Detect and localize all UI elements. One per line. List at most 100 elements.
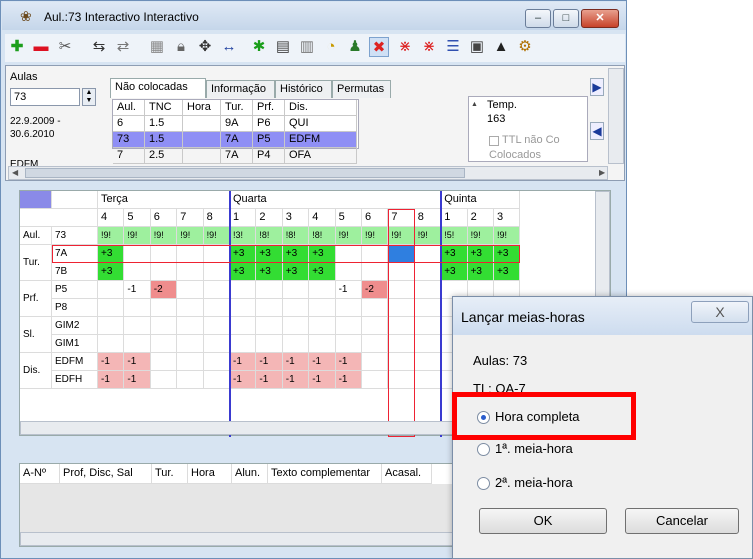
scroll-up-icon[interactable]: ▲: [471, 101, 478, 108]
bottom-column-header[interactable]: Tur.: [152, 464, 188, 484]
bottom-column-header[interactable]: Prof, Disc, Sal: [60, 464, 152, 484]
column-header[interactable]: Dis.: [285, 100, 357, 116]
list-icon[interactable]: ☰: [443, 37, 463, 57]
sl-cell: [98, 317, 125, 335]
prev-icon[interactable]: ◀: [590, 122, 604, 140]
tab-informacao[interactable]: Informação: [206, 80, 275, 98]
prf-cell: [177, 299, 204, 317]
person-icon[interactable]: ♟: [345, 37, 365, 57]
calc-icon[interactable]: ▣: [467, 37, 487, 57]
dis-cell: -1: [124, 371, 151, 389]
swap-icon[interactable]: ⇆: [89, 37, 109, 57]
cancel-button[interactable]: Cancelar: [625, 508, 739, 534]
ttl-checkbox[interactable]: [489, 136, 499, 146]
table-cell[interactable]: 2.5: [145, 148, 183, 164]
table-cell[interactable]: OFA: [285, 148, 357, 164]
magic-icon[interactable]: ✱: [249, 37, 269, 57]
tur-cell: [150, 245, 178, 263]
sl-cell: [414, 335, 442, 353]
bottom-column-header[interactable]: Alun.: [232, 464, 268, 484]
table-cell[interactable]: [183, 132, 221, 148]
aulas-spinner[interactable]: ▲ ▼: [82, 88, 96, 106]
delete-icon[interactable]: ✖: [369, 37, 389, 57]
minimize-button[interactable]: –: [525, 9, 551, 28]
aul-count: !3!: [230, 227, 257, 245]
table-cell[interactable]: 7: [113, 148, 145, 164]
prf-cell: [203, 299, 230, 317]
arrows-icon[interactable]: ↔: [219, 37, 239, 57]
dis-cell: [414, 353, 442, 371]
table-cell[interactable]: EDFM: [285, 132, 357, 148]
tur-cell: +3: [98, 245, 125, 263]
info-hscroll[interactable]: ◀ ▶: [8, 166, 608, 180]
grid-icon[interactable]: ▦: [147, 37, 167, 57]
prf-cell: [362, 299, 389, 317]
tab-historico[interactable]: Histórico: [275, 80, 332, 98]
cross-icon[interactable]: ⋇: [395, 37, 415, 57]
bottom-column-header[interactable]: Acasal.: [382, 464, 432, 484]
table-cell[interactable]: 1.5: [145, 132, 183, 148]
schedule-icon[interactable]: ▤: [273, 37, 293, 57]
table-cell[interactable]: 9A: [221, 116, 253, 132]
maximize-button[interactable]: □: [553, 9, 579, 28]
info-vscroll[interactable]: [608, 68, 624, 164]
tur-cell: +3: [282, 263, 310, 281]
bottom-column-header[interactable]: Texto complementar: [268, 464, 382, 484]
sl-cell: [335, 335, 362, 353]
remove-icon[interactable]: ▬: [31, 37, 51, 57]
tur-cell: +3: [467, 245, 494, 263]
table-cell[interactable]: P6: [253, 116, 285, 132]
bottom-column-header[interactable]: Hora: [188, 464, 232, 484]
bottom-column-header[interactable]: A-Nº: [20, 464, 60, 484]
sl-cell: [256, 335, 283, 353]
aul-count: !9!: [203, 227, 230, 245]
table-cell[interactable]: 6: [113, 116, 145, 132]
tur-cell: +3: [230, 263, 257, 281]
sl-cell: [256, 317, 283, 335]
column-header[interactable]: TNC: [145, 100, 183, 116]
tab-nao-colocadas[interactable]: Não colocadas: [110, 78, 206, 98]
table-cell[interactable]: 7A: [221, 132, 253, 148]
lock-icon[interactable]: 🔒︎: [171, 37, 191, 57]
option-primeira-meia-hora[interactable]: 1ª. meia-hora: [495, 441, 573, 456]
table-cell[interactable]: 1.5: [145, 116, 183, 132]
prf-cell: [124, 299, 151, 317]
prf-cell: [150, 299, 178, 317]
column-header[interactable]: Aul.: [113, 100, 145, 116]
column-header[interactable]: Prf.: [253, 100, 285, 116]
table-cell[interactable]: QUI: [285, 116, 357, 132]
table-cell[interactable]: [183, 116, 221, 132]
move-icon[interactable]: ✥: [195, 37, 215, 57]
table-cell[interactable]: [183, 148, 221, 164]
table-cell[interactable]: 73: [113, 132, 145, 148]
cut-icon[interactable]: ✂: [55, 37, 75, 57]
row-label-sl: Sl.: [20, 317, 52, 353]
settings-icon[interactable]: ⚙: [515, 37, 535, 57]
dialog-close-button[interactable]: X: [691, 301, 749, 323]
sl-cell: [124, 317, 151, 335]
add-icon[interactable]: ✚: [7, 37, 27, 57]
option-segunda-meia-hora[interactable]: 2ª. meia-hora: [495, 475, 573, 490]
table-cell[interactable]: P4: [253, 148, 285, 164]
aulas-input[interactable]: 73: [10, 88, 80, 106]
table-icon[interactable]: ▥: [297, 37, 317, 57]
close-button[interactable]: ✕: [581, 9, 619, 28]
exchange-icon[interactable]: ⇄: [113, 37, 133, 57]
table-cell[interactable]: P5: [253, 132, 285, 148]
dis-cell: -1: [282, 371, 310, 389]
next-icon[interactable]: ▶: [590, 78, 604, 96]
aul-count: !9!: [494, 227, 521, 245]
cross2-icon[interactable]: ⋇: [419, 37, 439, 57]
prf-cell: [388, 299, 415, 317]
clock-icon[interactable]: ◔: [321, 37, 341, 57]
tab-permutas[interactable]: Permutas: [332, 80, 391, 98]
ok-button[interactable]: OK: [479, 508, 607, 534]
column-header[interactable]: Hora: [183, 100, 221, 116]
radio-primeira-meia-hora[interactable]: [477, 443, 490, 456]
table-cell[interactable]: 7A: [221, 148, 253, 164]
sl-cell: [362, 317, 389, 335]
radio-segunda-meia-hora[interactable]: [477, 477, 490, 490]
tur-cell: [414, 245, 442, 263]
column-header[interactable]: Tur.: [221, 100, 253, 116]
hat-icon[interactable]: ▲: [491, 37, 511, 57]
